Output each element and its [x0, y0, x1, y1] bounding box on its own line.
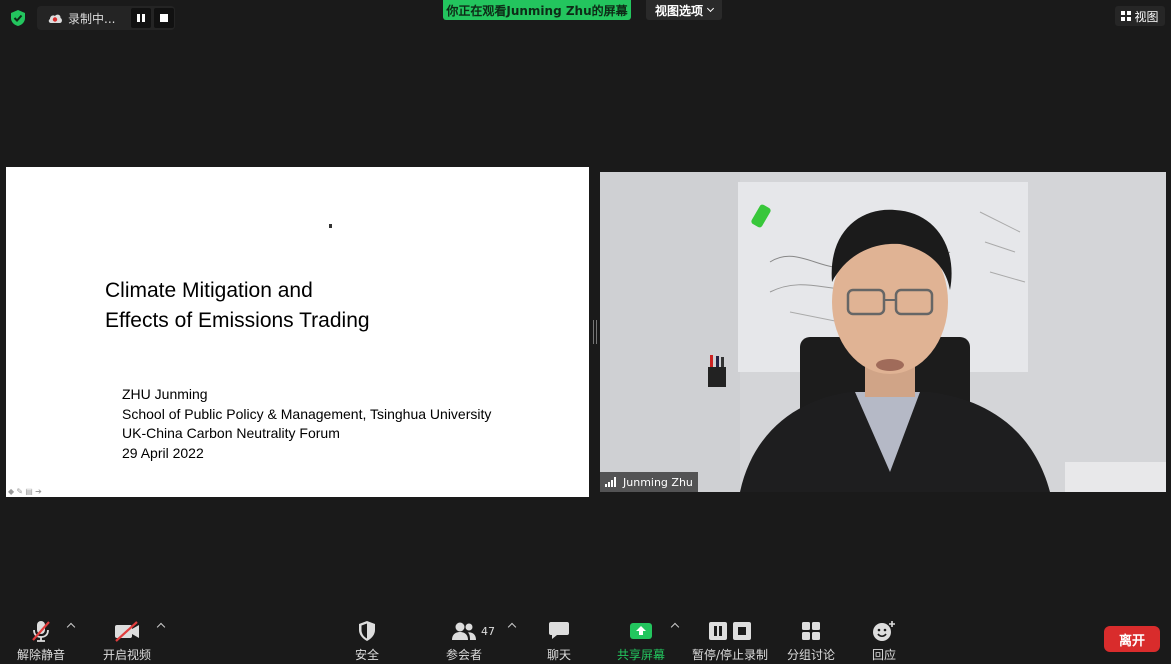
video-frame [600, 172, 1166, 492]
participant-name: Junming Zhu [623, 475, 693, 489]
recording-status-text: 录制中... [68, 11, 116, 26]
pause-stop-record-button[interactable]: 暂停/停止录制 [692, 618, 768, 663]
participants-options-caret[interactable] [507, 622, 517, 632]
audio-options-caret[interactable] [66, 622, 76, 632]
split-resize-handle[interactable] [593, 320, 597, 344]
slide-title-line-2: Effects of Emissions Trading [105, 309, 370, 332]
chat-button[interactable]: 聊天 [547, 618, 571, 663]
participants-count: 47 [481, 624, 495, 638]
reactions-label: 回应 [872, 648, 897, 662]
remote-cursor [329, 224, 332, 228]
participant-name-tag: Junming Zhu [600, 472, 698, 492]
view-options-label: 视图选项 [654, 3, 703, 18]
stop-icon [160, 14, 168, 22]
pause-record-icon [709, 622, 728, 640]
cloud-record-icon [48, 14, 62, 23]
security-button[interactable]: 安全 [355, 618, 379, 663]
participants-icon [452, 622, 476, 640]
recording-indicator: 录制中... [37, 6, 175, 30]
share-screen-label: 共享屏幕 [617, 648, 666, 662]
share-screen-icon [630, 623, 652, 639]
start-video-label: 开启视频 [103, 648, 152, 662]
breakout-grid-icon [802, 622, 820, 640]
unmute-button[interactable]: 解除静音 [17, 618, 65, 663]
share-options-caret[interactable] [670, 622, 680, 632]
participants-button[interactable]: 47 参会者 [446, 618, 500, 663]
chat-label: 聊天 [547, 648, 572, 662]
pause-icon [137, 14, 145, 22]
participants-label: 参会者 [446, 648, 483, 662]
stop-record-icon [733, 622, 752, 640]
start-video-button[interactable]: 开启视频 [103, 618, 151, 663]
chevron-down-icon [706, 4, 715, 13]
leave-meeting-button[interactable]: 离开 [1104, 626, 1160, 652]
slide-nav-controls[interactable]: ◆ ✎ ▤ ➔ [8, 487, 42, 496]
participant-video: Junming Zhu [600, 172, 1166, 492]
shield-icon [359, 621, 375, 641]
view-layout-button[interactable]: 视图 [1115, 6, 1165, 26]
slide-affiliation: School of Public Policy & Management, Ts… [122, 405, 492, 422]
video-off-icon [115, 621, 139, 642]
stop-recording-button[interactable] [154, 8, 174, 28]
pause-stop-record-label: 暂停/停止录制 [692, 648, 769, 662]
slide-event: UK-China Carbon Neutrality Forum [122, 425, 340, 441]
shield-check-icon[interactable] [10, 9, 26, 27]
viewing-screen-banner: 你正在观看Junming Zhu的屏幕 [443, 0, 631, 20]
shared-screen: Climate Mitigation and Effects of Emissi… [6, 167, 589, 497]
signal-strength-icon [605, 477, 619, 487]
view-layout-label: 视图 [1134, 9, 1159, 24]
pause-recording-button[interactable] [131, 8, 151, 28]
view-options-dropdown[interactable]: 视图选项 [646, 0, 722, 20]
security-label: 安全 [355, 648, 380, 662]
slide-date: 29 April 2022 [122, 444, 204, 461]
slide-title: Climate Mitigation and Effects of Emissi… [105, 276, 370, 336]
video-options-caret[interactable] [156, 622, 166, 632]
breakout-rooms-label: 分组讨论 [787, 648, 836, 662]
breakout-rooms-button[interactable]: 分组讨论 [787, 618, 835, 663]
chat-bubble-icon [549, 622, 569, 639]
reactions-button[interactable]: 回应 [872, 618, 896, 663]
slide-author: ZHU Junming [122, 386, 208, 402]
unmute-label: 解除静音 [17, 648, 66, 662]
grid-view-icon [1121, 11, 1132, 21]
smiley-add-icon [873, 621, 895, 641]
microphone-muted-icon [32, 621, 50, 642]
slide-title-line-1: Climate Mitigation and [105, 279, 313, 302]
share-screen-button[interactable]: 共享屏幕 [617, 618, 665, 663]
slide-info: ZHU Junming School of Public Policy & Ma… [122, 385, 491, 463]
